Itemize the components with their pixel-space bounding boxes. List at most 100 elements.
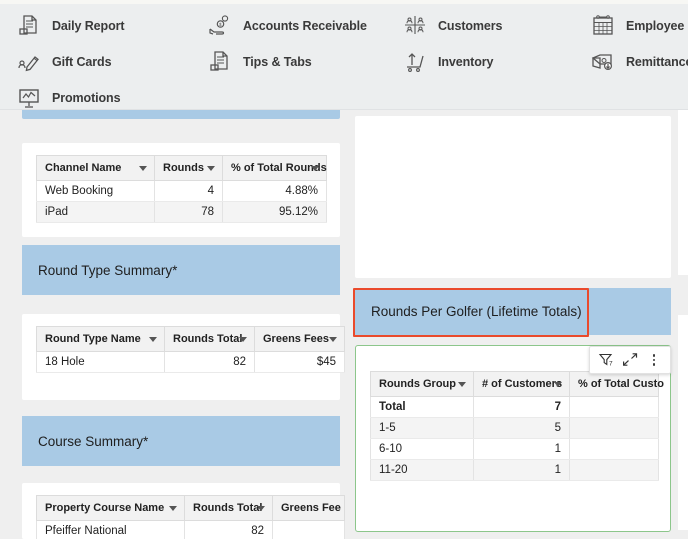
right-report-column[interactable]: Rounds Per Golfer (Lifetime Totals) Roun… [348,110,688,539]
svg-text:$: $ [219,22,222,27]
cell-channel-name: iPad [36,201,155,223]
cell-greens-fee [272,520,345,539]
column-header-greens-fees[interactable]: Greens Fees [254,326,345,352]
column-header-num-customers[interactable]: # of Customers [473,371,570,397]
remittance-icon [588,47,618,77]
ribbon-item-daily-report[interactable]: Daily Report [14,8,125,44]
ribbon-item-gift-cards[interactable]: Gift Cards [14,44,124,80]
column-header-label: Greens Fee [281,502,341,514]
chevron-down-icon[interactable] [311,166,319,171]
ribbon-group-1: Daily Report Gift Cards Promotions [14,8,125,109]
column-header-label: Rounds [163,162,204,174]
table-row[interactable]: 18 Hole 82 $45 [36,351,345,373]
cell-channel-name: Web Booking [36,180,155,202]
chevron-down-icon[interactable] [149,337,157,342]
customers-icon [400,11,430,41]
table-row[interactable]: Total 7 [370,396,659,418]
chevron-down-icon[interactable] [554,382,562,387]
app-root: Daily Report Gift Cards Promotions $ Acc… [0,0,688,539]
column-header-label: Round Type Name [45,333,141,345]
ribbon-item-accounts-receivable[interactable]: $ Accounts Receivable [205,8,367,44]
channel-summary-table[interactable]: Channel Name Rounds % of Total Rounds We… [36,155,327,223]
ribbon-item-label: Remittance [626,55,688,69]
empty-visual-card [355,116,671,278]
section-title: Rounds Per Golfer (Lifetime Totals) [371,304,582,319]
table-row[interactable]: Web Booking 4 4.88% [36,180,327,202]
column-header-channel-name[interactable]: Channel Name [36,155,155,181]
section-title: Course Summary* [38,433,149,449]
column-header-greens-fee[interactable]: Greens Fee [272,495,345,521]
column-header-round-type-name[interactable]: Round Type Name [36,326,165,352]
svg-text:7: 7 [609,361,613,368]
ribbon-group-2: $ Accounts Receivable Tips & Tabs [205,8,367,80]
channel-summary-card: Channel Name Rounds % of Total Rounds We… [22,143,340,237]
column-header-label: Rounds Total [173,333,243,345]
ribbon-item-customers[interactable]: Customers [400,8,503,44]
column-header-rounds-total[interactable]: Rounds Total [164,326,255,352]
gift-cards-icon [14,47,44,77]
cell-greens-fees: $45 [254,351,345,373]
course-summary-table[interactable]: Property Course Name Rounds Total Greens… [36,495,345,539]
ribbon-item-label: Employee C [626,19,688,33]
ribbon-item-remittance[interactable]: Remittance [588,44,688,80]
section-header-cut-off [22,110,340,119]
more-options-icon[interactable] [643,350,665,370]
table-header-row: Property Course Name Rounds Total Greens… [36,495,345,521]
inventory-icon [400,47,430,77]
left-report-column[interactable]: Channel Name Rounds % of Total Rounds We… [0,110,348,539]
chevron-down-icon[interactable] [139,166,147,171]
cell-rounds-group: 1-5 [370,417,474,439]
chevron-down-icon[interactable] [257,506,265,511]
ribbon-item-tips-tabs[interactable]: Tips & Tabs [205,44,367,80]
ribbon-item-employee-clock[interactable]: Employee C [588,8,688,44]
ribbon-item-label: Customers [438,19,503,33]
column-header-rounds-group[interactable]: Rounds Group [370,371,474,397]
chevron-down-icon[interactable] [329,337,337,342]
table-row[interactable]: 6-10 1 [370,438,659,460]
column-header-label: # of Customers [482,378,563,390]
edge-card-bottom [678,315,688,530]
column-header-rounds-total[interactable]: Rounds Total [184,495,273,521]
promotions-icon [14,83,44,109]
cell-rounds: 4 [154,180,223,202]
table-row[interactable]: 11-20 1 [370,459,659,481]
cell-num-customers: 1 [473,438,570,460]
visual-options-toolbar[interactable]: 7 [589,346,671,374]
cell-num-customers: 1 [473,459,570,481]
column-header-pct-total-customers[interactable]: % of Total Custo [569,371,664,397]
cell-pct-total-customers [569,459,659,481]
focus-mode-icon[interactable] [619,350,641,370]
cell-pct: 4.88% [222,180,327,202]
table-row[interactable]: iPad 78 95.12% [36,201,327,223]
table-row[interactable]: 1-5 5 [370,417,659,439]
section-header-course-summary[interactable]: Course Summary* [22,416,340,466]
table-header-row: Channel Name Rounds % of Total Rounds [36,155,327,181]
report-content: Channel Name Rounds % of Total Rounds We… [0,110,688,539]
filter-icon[interactable]: 7 [595,350,617,370]
section-header-round-type-summary[interactable]: Round Type Summary* [22,245,340,295]
chevron-down-icon[interactable] [207,166,215,171]
round-type-summary-table[interactable]: Round Type Name Rounds Total Greens Fees [36,326,345,373]
column-header-label: Rounds Total [193,502,263,514]
ribbon-top-divider [0,0,688,4]
chevron-down-icon[interactable] [169,506,177,511]
chevron-down-icon[interactable] [458,382,466,387]
rounds-per-golfer-table[interactable]: Rounds Group # of Customers % of Total C… [370,371,664,481]
cell-round-type-name: 18 Hole [36,351,165,373]
tips-tabs-icon [205,47,235,77]
table-header-row: Rounds Group # of Customers % of Total C… [370,371,664,397]
cell-rounds-total: 82 [164,351,255,373]
ribbon-item-promotions[interactable]: Promotions [14,80,124,109]
table-row[interactable]: Pfeiffer National 82 [36,520,345,539]
column-header-property-course-name[interactable]: Property Course Name [36,495,185,521]
column-header-pct-total-rounds[interactable]: % of Total Rounds [222,155,327,181]
cell-pct: 95.12% [222,201,327,223]
section-header-rounds-per-golfer[interactable]: Rounds Per Golfer (Lifetime Totals) [355,288,671,335]
column-header-rounds[interactable]: Rounds [154,155,223,181]
chevron-down-icon[interactable] [239,337,247,342]
round-type-summary-card: Round Type Name Rounds Total Greens Fees [22,314,345,400]
ribbon-toolbar: Daily Report Gift Cards Promotions $ Acc… [0,0,688,110]
course-summary-card: Property Course Name Rounds Total Greens… [22,483,345,539]
ribbon-item-inventory[interactable]: Inventory [400,44,502,80]
cell-pct-total-customers [569,417,659,439]
